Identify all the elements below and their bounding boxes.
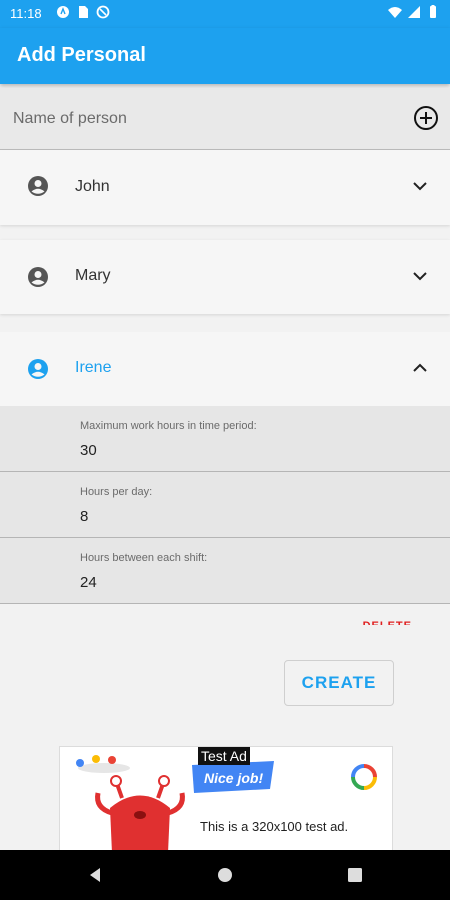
home-icon[interactable]	[216, 866, 234, 884]
chevron-up-icon[interactable]	[410, 358, 430, 378]
person-name: John	[75, 178, 110, 195]
signal-icon	[408, 6, 420, 18]
android-icon	[57, 6, 69, 18]
battery-icon	[430, 5, 436, 18]
ad-banner-text: Nice job!	[204, 770, 263, 786]
data-saver-icon	[96, 5, 110, 19]
hours-per-day-field[interactable]: Hours per day: 8	[0, 472, 450, 538]
account-circle-icon	[28, 176, 48, 196]
person-item-irene[interactable]: Irene	[0, 332, 450, 406]
recents-icon[interactable]	[346, 866, 364, 884]
name-of-person-input[interactable]	[0, 88, 405, 150]
field-label: Hours between each shift:	[80, 552, 208, 564]
person-name: Irene	[75, 359, 112, 376]
ad-mascot-image	[76, 755, 185, 851]
page-title: Add Personal	[17, 44, 146, 66]
person-item-mary[interactable]: Mary	[0, 240, 450, 314]
field-value[interactable]: 24	[80, 574, 97, 591]
chevron-down-icon[interactable]	[410, 266, 430, 286]
ad-banner-ribbon: Nice job!	[192, 761, 274, 793]
test-ad-banner[interactable]: Nice job! Test Ad This is a 320x100 test…	[59, 746, 393, 852]
wifi-icon	[388, 7, 402, 18]
ad-description: This is a 320x100 test ad.	[200, 819, 349, 834]
field-value[interactable]: 8	[80, 508, 88, 525]
status-left-icons	[56, 5, 110, 19]
back-icon[interactable]	[86, 866, 104, 884]
status-time: 11:18	[10, 6, 42, 21]
person-item-john[interactable]: John	[0, 150, 450, 225]
status-bar: 11:18	[0, 0, 450, 28]
field-label: Maximum work hours in time period:	[80, 420, 257, 432]
field-label: Hours per day:	[80, 486, 153, 498]
add-circle-icon[interactable]	[412, 104, 440, 132]
max-work-hours-field[interactable]: Maximum work hours in time period: 30	[0, 406, 450, 472]
delete-button[interactable]: DELETE	[363, 615, 412, 625]
chevron-down-icon[interactable]	[410, 176, 430, 196]
ad-logo-icon	[351, 764, 377, 790]
test-ad-badge: Test Ad	[198, 747, 250, 765]
sim-icon	[79, 6, 88, 18]
account-circle-icon	[28, 359, 48, 379]
hours-between-shifts-field[interactable]: Hours between each shift: 24	[0, 538, 450, 604]
app-bar: Add Personal	[0, 28, 450, 84]
person-name: Mary	[75, 267, 111, 284]
account-circle-icon	[28, 267, 48, 287]
create-button[interactable]: CREATE	[284, 660, 394, 706]
system-nav-bar	[0, 850, 450, 900]
name-input-row	[0, 88, 450, 150]
field-value[interactable]: 30	[80, 442, 97, 459]
status-right-icons	[388, 5, 440, 19]
